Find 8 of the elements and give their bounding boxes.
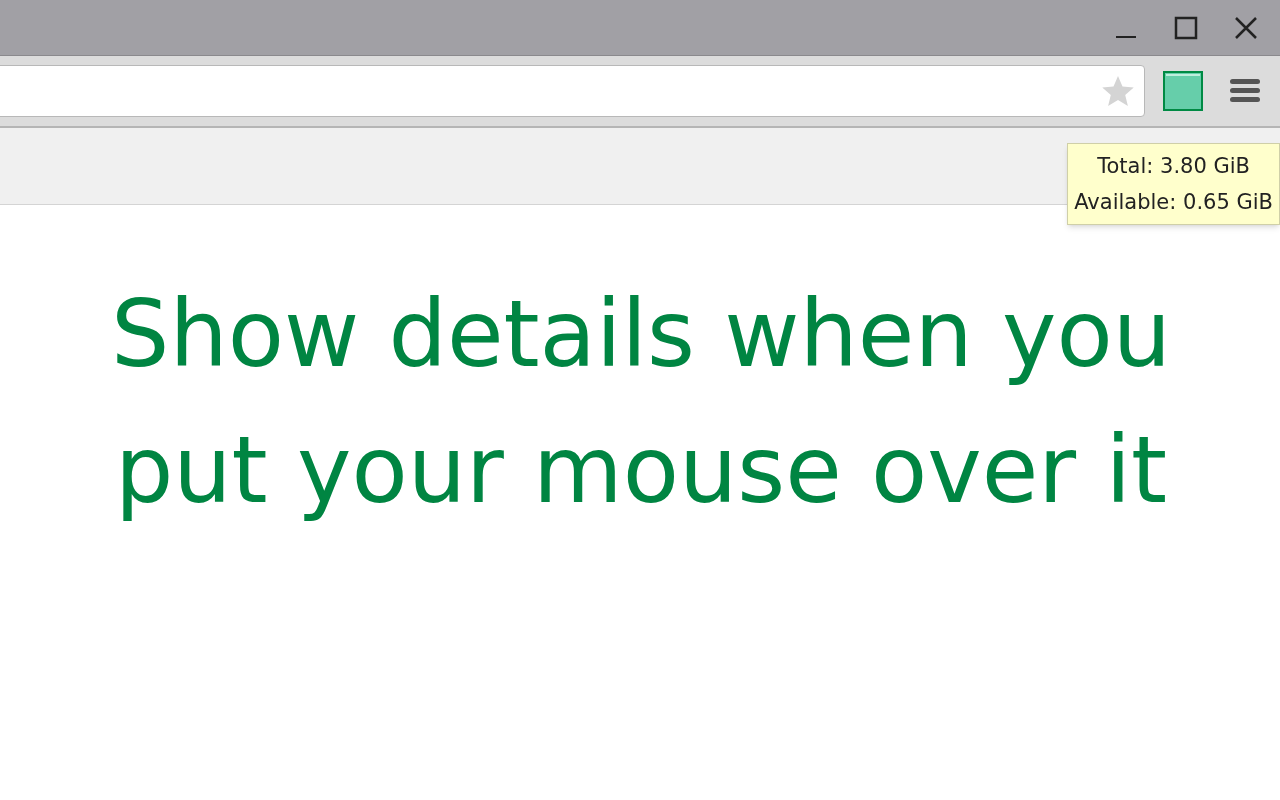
close-icon[interactable] <box>1234 15 1258 40</box>
headline: Show details when you <box>111 280 1171 390</box>
menu-icon[interactable] <box>1229 77 1261 105</box>
memory-meter-icon[interactable] <box>1163 71 1203 111</box>
maximize-icon[interactable] <box>1174 15 1198 40</box>
tooltip-text: Total: 3.80 GiB <box>1097 153 1250 180</box>
tooltip-text: Available: 0.65 GiB <box>1074 189 1273 216</box>
headline: put your mouse over it <box>114 416 1168 526</box>
